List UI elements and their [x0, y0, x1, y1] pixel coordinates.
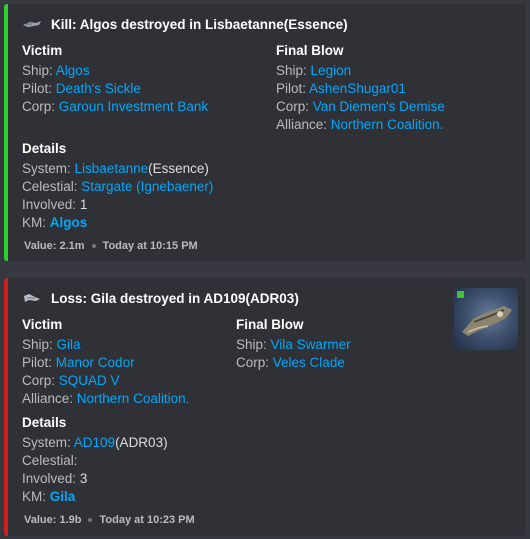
kill-details-field: Details System: Lisbaetanne(Essence) Cel… [22, 141, 214, 230]
details-km-link[interactable]: Algos [50, 215, 88, 230]
loss-details-field: Details System: AD109(ADR03) Celestial: … [22, 415, 168, 504]
final-blow-corp-link[interactable]: Van Diemen's Demise [313, 99, 445, 114]
kill-final-blow-field: Final Blow Ship: Legion Pilot: AshenShug… [276, 43, 445, 132]
victim-corp-link[interactable]: SQUAD V [59, 373, 120, 388]
details-system-link[interactable]: Lisbaetanne [75, 161, 149, 176]
ship-icon [23, 21, 41, 27]
details-heading: Details [22, 415, 67, 430]
loss-footer: Value: 1.9b Today at 10:23 PM [24, 514, 195, 526]
victim-alliance-link[interactable]: Northern Coalition. [77, 391, 190, 406]
final-blow-pilot-link[interactable]: AshenShugar01 [309, 81, 406, 96]
kill-title: Kill: Algos destroyed in Lisbaetanne(Ess… [51, 16, 348, 32]
victim-pilot-link[interactable]: Manor Codor [56, 355, 135, 370]
loss-final-blow-field: Final Blow Ship: Vila Swarmer Corp: Vele… [236, 317, 351, 370]
loss-embed: Loss: Gila destroyed in AD109(ADR03) Vic… [4, 278, 526, 536]
ship-thumbnail-icon[interactable] [454, 288, 518, 350]
ship-thumbnail-graphic [457, 291, 512, 336]
loss-header: Loss: Gila destroyed in AD109(ADR03) [22, 288, 299, 308]
final-blow-corp-link[interactable]: Veles Clade [273, 355, 345, 370]
victim-heading: Victim [22, 43, 63, 58]
kill-victim-field: Victim Ship: Algos Pilot: Death's Sickle… [22, 43, 209, 114]
kill-embed: Kill: Algos destroyed in Lisbaetanne(Ess… [4, 4, 526, 261]
victim-ship-link[interactable]: Algos [56, 63, 90, 78]
final-blow-ship-link[interactable]: Legion [311, 63, 352, 78]
footer-separator [91, 244, 96, 248]
kill-header: Kill: Algos destroyed in Lisbaetanne(Ess… [22, 14, 348, 34]
footer-timestamp: Today at 10:23 PM [99, 514, 195, 526]
victim-corp-link[interactable]: Garoun Investment Bank [59, 99, 208, 114]
details-celestial-link[interactable]: Stargate (Ignebaener) [81, 179, 213, 194]
details-km-link[interactable]: Gila [50, 489, 76, 504]
footer-timestamp: Today at 10:15 PM [102, 240, 198, 252]
ship-icon [24, 294, 40, 302]
final-blow-heading: Final Blow [276, 43, 344, 58]
details-involved-count: 1 [79, 197, 88, 212]
details-heading: Details [22, 141, 67, 156]
footer-value: Value: 2.1m [24, 240, 85, 252]
kill-footer: Value: 2.1m Today at 10:15 PM [24, 240, 198, 252]
final-blow-heading: Final Blow [236, 317, 304, 332]
victim-heading: Victim [22, 317, 63, 332]
final-blow-alliance-link[interactable]: Northern Coalition. [331, 117, 444, 132]
final-blow-ship-link[interactable]: Vila Swarmer [271, 337, 351, 352]
footer-separator [88, 518, 93, 522]
loss-title: Loss: Gila destroyed in AD109(ADR03) [51, 290, 299, 306]
loss-victim-field: Victim Ship: Gila Pilot: Manor Codor Cor… [22, 317, 190, 406]
victim-pilot-link[interactable]: Death's Sickle [56, 81, 141, 96]
details-involved-count: 3 [79, 471, 88, 486]
victim-ship-link[interactable]: Gila [57, 337, 81, 352]
footer-value: Value: 1.9b [24, 514, 82, 526]
details-system-link[interactable]: AD109 [74, 435, 115, 450]
